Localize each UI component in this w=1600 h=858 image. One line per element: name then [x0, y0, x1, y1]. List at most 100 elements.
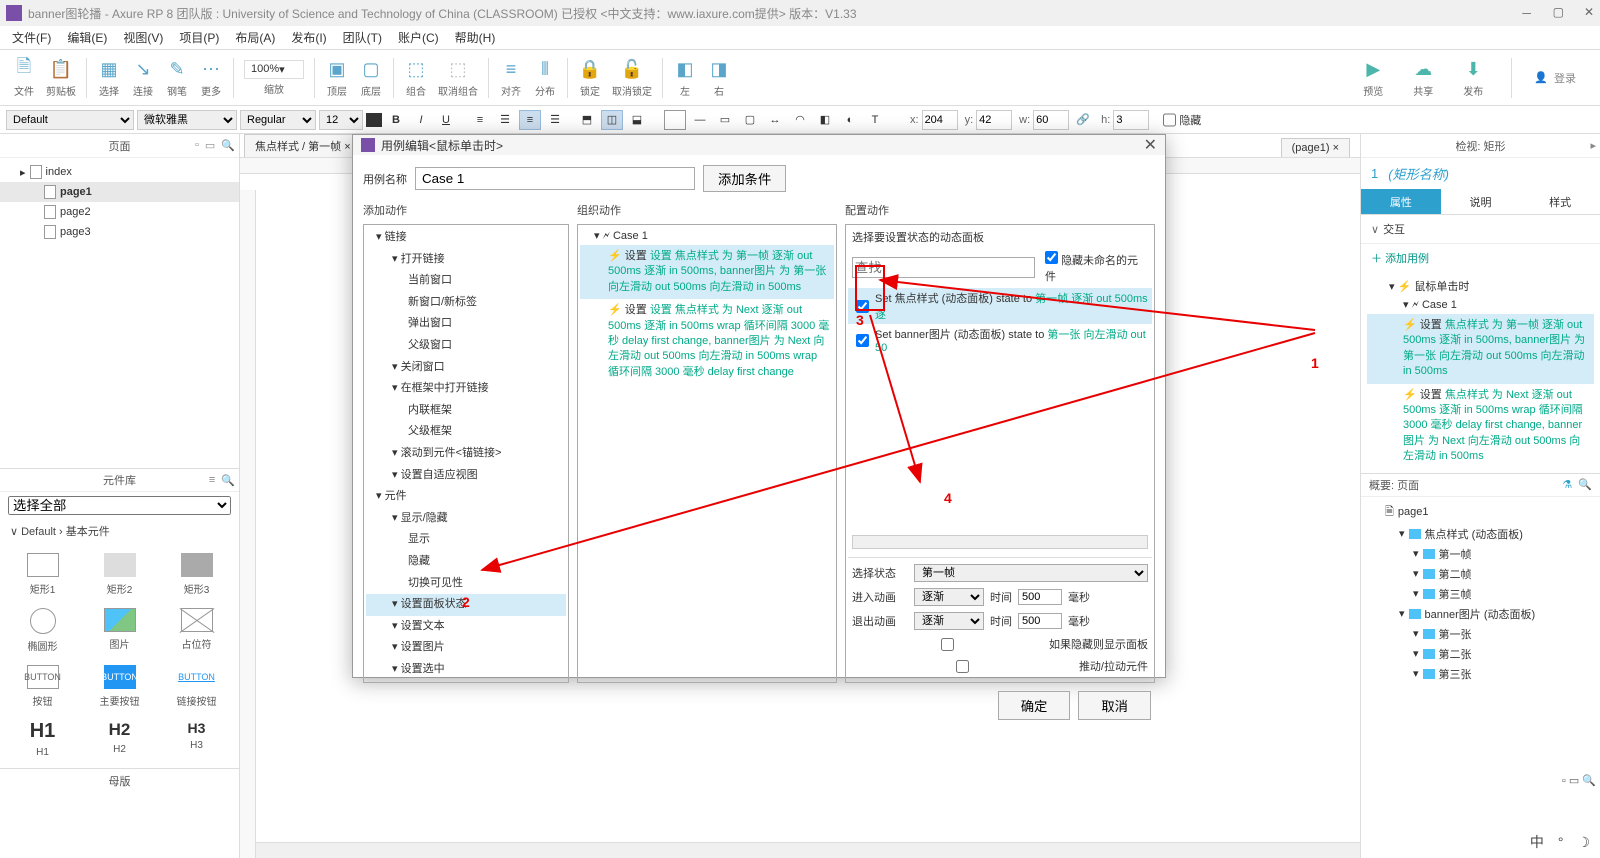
- menu-view[interactable]: 视图(V): [115, 26, 171, 49]
- underline-button[interactable]: U: [435, 110, 457, 130]
- outline-banner图片 (动态面板)[interactable]: ▾ banner图片 (动态面板): [1365, 604, 1596, 624]
- distribute-icon[interactable]: ⫴: [533, 57, 557, 81]
- valign-mid-button[interactable]: ◫: [601, 110, 623, 130]
- inspector-collapse-icon[interactable]: ▸: [1590, 139, 1596, 152]
- right-icon[interactable]: ◨: [707, 57, 731, 81]
- radius-button[interactable]: ◠: [789, 110, 811, 130]
- lock-ratio-icon[interactable]: 🔗: [1072, 110, 1094, 130]
- dialog-close-button[interactable]: ✕: [1144, 135, 1157, 155]
- add-page-icon[interactable]: ▫: [195, 139, 199, 152]
- lib-item-矩形1[interactable]: 矩形1: [6, 549, 79, 600]
- border2-button[interactable]: ▢: [739, 110, 761, 130]
- outline-page[interactable]: 🗎 page1: [1365, 501, 1596, 524]
- action-弹出窗口[interactable]: 弹出窗口: [366, 313, 566, 335]
- action-打开链接[interactable]: ▾ 打开链接: [366, 249, 566, 271]
- outline-search-icon[interactable]: 🔍: [1578, 478, 1592, 491]
- action-设置自适应视图[interactable]: ▾ 设置自适应视图: [366, 465, 566, 487]
- action-切换可见性[interactable]: 切换可见性: [366, 573, 566, 595]
- action-隐藏[interactable]: 隐藏: [366, 551, 566, 573]
- h-input[interactable]: [1113, 110, 1149, 130]
- outline-第二帧[interactable]: ▾ 第二帧: [1365, 564, 1596, 584]
- library-select[interactable]: 选择全部: [8, 496, 231, 515]
- lib-item-H2[interactable]: H2H2: [83, 716, 156, 762]
- org-action-2[interactable]: ⚡ 设置 设置 焦点样式 为 Next 逐渐 out 500ms 逐渐 in 5…: [580, 299, 834, 384]
- menu-team[interactable]: 团队(T): [335, 26, 390, 49]
- lib-menu-icon[interactable]: ≡: [209, 474, 215, 487]
- x-input[interactable]: [922, 110, 958, 130]
- canvas-tab-current[interactable]: 焦点样式 / 第一帧 ×: [244, 134, 362, 157]
- cfg-panel-2[interactable]: Set banner图片 (动态面板) state to 第一张 向左滑动 ou…: [848, 324, 1152, 356]
- page-index[interactable]: ▸index: [0, 162, 239, 182]
- zoom-select[interactable]: 100% ▾: [244, 60, 304, 79]
- align-left-button[interactable]: ☰: [494, 110, 516, 130]
- anim-in-select[interactable]: 逐渐: [914, 588, 984, 606]
- color-button[interactable]: [366, 113, 382, 127]
- opacity-button[interactable]: ◐: [839, 110, 861, 130]
- italic-button[interactable]: I: [410, 110, 432, 130]
- shape-name[interactable]: (矩形名称): [1388, 164, 1449, 183]
- login-link[interactable]: 登录: [1554, 70, 1576, 86]
- hide-checkbox[interactable]: [1163, 110, 1176, 130]
- fill-button[interactable]: [664, 110, 686, 130]
- lib-item-矩形3[interactable]: 矩形3: [160, 549, 233, 600]
- anim-out-select[interactable]: 逐渐: [914, 612, 984, 630]
- lib-search-icon[interactable]: 🔍: [221, 474, 235, 487]
- back-icon[interactable]: ▢: [359, 57, 383, 81]
- lib-item-主要按钮[interactable]: BUTTON主要按钮: [83, 661, 156, 712]
- preview-icon[interactable]: ▶: [1361, 57, 1385, 81]
- ungroup-icon[interactable]: ⬚: [446, 57, 470, 81]
- action-关闭窗口[interactable]: ▾ 关闭窗口: [366, 357, 566, 379]
- action-设置图片[interactable]: ▾ 设置图片: [366, 637, 566, 659]
- clipboard-icon[interactable]: 📋: [49, 57, 73, 81]
- outline-第三帧[interactable]: ▾ 第三帧: [1365, 584, 1596, 604]
- lock-icon[interactable]: 🔒: [578, 57, 602, 81]
- menu-publish[interactable]: 发布(I): [283, 26, 334, 49]
- action-内联框架[interactable]: 内联框架: [366, 400, 566, 422]
- shadow-button[interactable]: ◧: [814, 110, 836, 130]
- menu-edit[interactable]: 编辑(E): [59, 26, 115, 49]
- action-新窗口/新标签[interactable]: 新窗口/新标签: [366, 292, 566, 314]
- anim-in-time[interactable]: [1018, 589, 1062, 605]
- arrow-button[interactable]: ↔: [764, 110, 786, 130]
- y-input[interactable]: [976, 110, 1012, 130]
- add-condition-button[interactable]: 添加条件: [703, 165, 786, 192]
- anim-out-time[interactable]: [1018, 613, 1062, 629]
- tab-properties[interactable]: 属性: [1361, 189, 1441, 214]
- align-icon[interactable]: ≡: [499, 57, 523, 81]
- menu-project[interactable]: 项目(P): [171, 26, 227, 49]
- pen-icon[interactable]: ✎: [165, 57, 189, 81]
- close-button[interactable]: ✕: [1584, 5, 1594, 22]
- valign-bot-button[interactable]: ⬓: [626, 110, 648, 130]
- file-icon[interactable]: 🗎: [12, 57, 36, 81]
- text-shadow-button[interactable]: T: [864, 110, 886, 130]
- line-button[interactable]: —: [689, 110, 711, 130]
- more-icon[interactable]: ⋯: [199, 57, 223, 81]
- ok-button[interactable]: 确定: [998, 691, 1071, 720]
- action-滚动到元件<锚链接>[interactable]: ▾ 滚动到元件<锚链接>: [366, 443, 566, 465]
- canvas-tab-parent[interactable]: (page1) ×: [1281, 138, 1350, 157]
- ix-case[interactable]: ▾ 🗲 Case 1: [1367, 296, 1594, 314]
- cancel-button[interactable]: 取消: [1078, 691, 1151, 720]
- hide-unnamed-checkbox[interactable]: [1045, 251, 1058, 264]
- ix-action-1[interactable]: ⚡ 设置 焦点样式 为 第一帧 逐渐 out 500ms 逐渐 in 500ms…: [1367, 314, 1594, 384]
- lib-item-链接按钮[interactable]: BUTTON链接按钮: [160, 661, 233, 712]
- cfg-search-input[interactable]: [852, 257, 1035, 278]
- organize-actions[interactable]: ▾ 🗲 Case 1 ⚡ 设置 设置 焦点样式 为 第一帧 逐渐 out 500…: [577, 224, 837, 683]
- share-icon[interactable]: ☁: [1411, 57, 1435, 81]
- outline-filter-icon[interactable]: ⚗: [1562, 478, 1572, 491]
- action-父级窗口[interactable]: 父级窗口: [366, 335, 566, 357]
- library-category[interactable]: ∨ Default › 基本元件: [0, 519, 239, 543]
- outline-第三张[interactable]: ▾ 第三张: [1365, 664, 1596, 684]
- group-icon[interactable]: ⬚: [404, 57, 428, 81]
- lib-item-H1[interactable]: H1H1: [6, 716, 79, 762]
- outline-第一张[interactable]: ▾ 第一张: [1365, 624, 1596, 644]
- action-在框架中打开链接[interactable]: ▾ 在框架中打开链接: [366, 378, 566, 400]
- size-select[interactable]: 12: [319, 110, 363, 130]
- minimize-button[interactable]: －: [1521, 5, 1533, 22]
- bold-button[interactable]: B: [385, 110, 407, 130]
- tab-notes[interactable]: 说明: [1441, 189, 1521, 214]
- lib-item-按钮[interactable]: BUTTON按钮: [6, 661, 79, 712]
- publish-icon[interactable]: ⬇: [1461, 57, 1485, 81]
- ix-action-2[interactable]: ⚡ 设置 焦点样式 为 Next 逐渐 out 500ms 逐渐 in 500m…: [1367, 384, 1594, 469]
- weight-select[interactable]: Regular: [240, 110, 316, 130]
